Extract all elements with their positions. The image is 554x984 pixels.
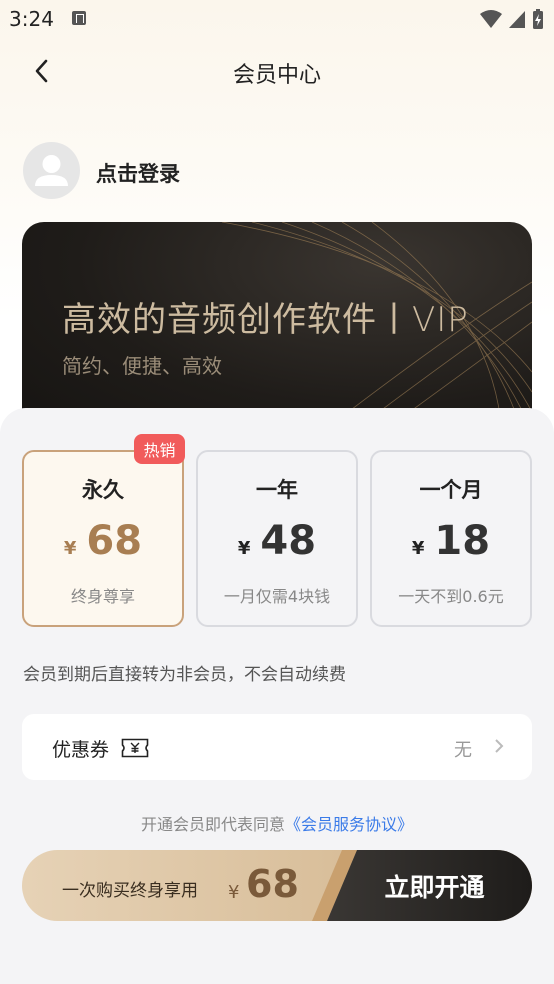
banner-subtitle: 简约、便捷、高效 [62,354,222,378]
agreement-text: 开通会员即代表同意《会员服务协议》 [0,811,554,835]
plan-price: 48 [260,518,317,564]
coupon-label: 优惠券 [52,739,110,761]
purchase-currency: ¥ [228,882,240,903]
coupon-value: 无 [454,740,472,761]
plan-name: 一年 [256,478,298,502]
plan-price-row: ¥ 18 [372,518,530,564]
plan-name: 永久 [82,478,124,502]
hot-badge: 热销 [134,434,185,464]
plan-desc: 一天不到0.6元 [398,587,504,606]
plan-card-year[interactable]: 一年 ¥ 48 一月仅需4块钱 [196,450,358,627]
plan-desc: 终身尊享 [70,587,135,606]
status-time: 3:24 [9,7,54,31]
plan-price: 18 [434,518,491,564]
page-title: 会员中心 [232,63,321,88]
chevron-right-icon [495,739,504,753]
wifi-icon [480,10,502,28]
plan-price-row: ¥ 48 [198,518,356,564]
vip-banner: 高效的音频创作软件丨VIP 简约、便捷、高效 [22,222,532,432]
status-bar: 3:24 [0,0,554,38]
plan-card-month[interactable]: 一个月 ¥ 18 一天不到0.6元 [370,450,532,627]
purchase-bar: 一次购买终身享用 ¥ 68 立即开通 [22,850,532,921]
plan-currency: ¥ [237,538,251,559]
purchase-price: 68 [246,862,299,906]
plan-card-lifetime[interactable]: 永久 ¥ 68 终身尊享 [22,450,184,627]
banner-title: 高效的音频创作软件丨VIP [62,300,469,340]
plan-currency: ¥ [63,538,77,559]
agreement-link[interactable]: 《会员服务协议》 [285,815,413,834]
notification-icon [72,11,86,25]
plan-desc: 一月仅需4块钱 [223,587,331,606]
renewal-notice: 会员到期后直接转为非会员，不会自动续费 [23,665,346,685]
status-icons [480,8,544,30]
ticket-icon [121,738,149,758]
purchase-text: 一次购买终身享用 [62,881,198,901]
signal-icon [509,11,525,28]
battery-icon [533,9,543,29]
login-link[interactable]: 点击登录 [96,158,180,188]
agreement-prefix: 开通会员即代表同意 [140,815,285,834]
avatar[interactable] [23,142,80,199]
coupon-row[interactable]: 优惠券 无 [22,714,532,780]
plan-price: 68 [86,518,143,564]
open-now-button[interactable]: 立即开通 [352,868,517,904]
plan-price-row: ¥ 68 [24,518,182,564]
plan-name: 一个月 [419,478,483,502]
plan-currency: ¥ [411,538,425,559]
user-icon [35,155,68,186]
